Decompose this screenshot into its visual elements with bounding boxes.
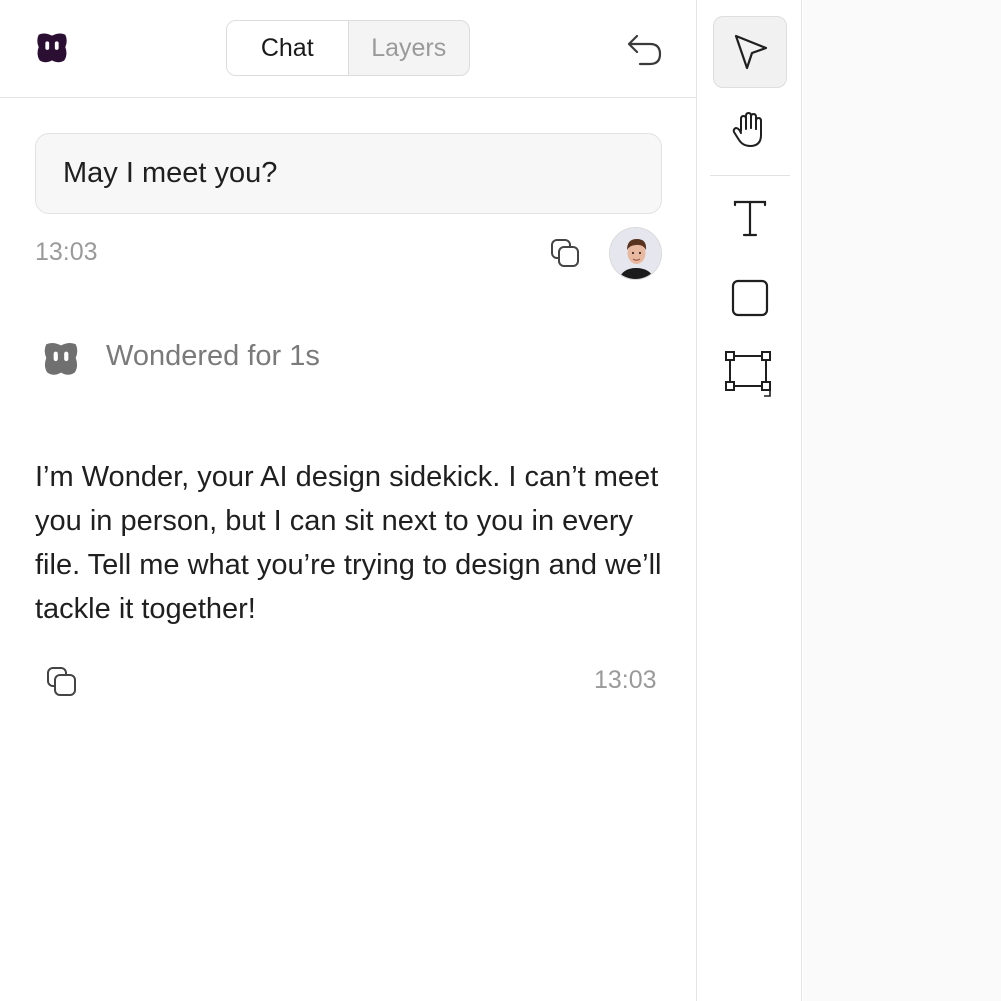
frame-tool[interactable] [713,340,787,412]
thinking-status[interactable]: Wondered for 1s [106,340,320,373]
undo-icon[interactable] [620,24,668,72]
user-message-bubble: May I meet you? [35,133,662,214]
tab-chat[interactable]: Chat [227,21,349,75]
design-canvas[interactable] [803,0,1001,1001]
wonder-thinking-icon [44,342,78,375]
assistant-message-text: I’m Wonder, your AI design sidekick. I c… [35,461,662,625]
rectangle-icon [731,279,769,317]
toolbar-divider [710,175,790,176]
wonder-logo-icon[interactable] [33,29,71,67]
tool-bar [698,0,802,1001]
user-message-text: May I meet you? [63,157,278,189]
hand-tool[interactable] [713,94,787,166]
pointer-icon [734,34,768,70]
copy-icon[interactable] [44,664,80,700]
copy-icon[interactable] [548,236,582,270]
chat-panel: Chat Layers May I meet you? 13:03 Wonder… [0,0,697,1001]
frame-icon [725,351,771,397]
chat-header: Chat Layers [0,0,697,98]
view-tabs: Chat Layers [226,20,470,76]
hand-icon [732,112,762,147]
assistant-message-time: 13:03 [594,666,657,694]
tab-layers[interactable]: Layers [349,21,470,75]
text-icon [733,200,767,237]
text-tool[interactable] [713,182,787,254]
user-message-time: 13:03 [35,238,98,266]
pointer-tool[interactable] [713,16,787,88]
avatar-image [610,228,661,279]
rectangle-tool[interactable] [713,262,787,334]
user-avatar[interactable] [609,227,662,280]
